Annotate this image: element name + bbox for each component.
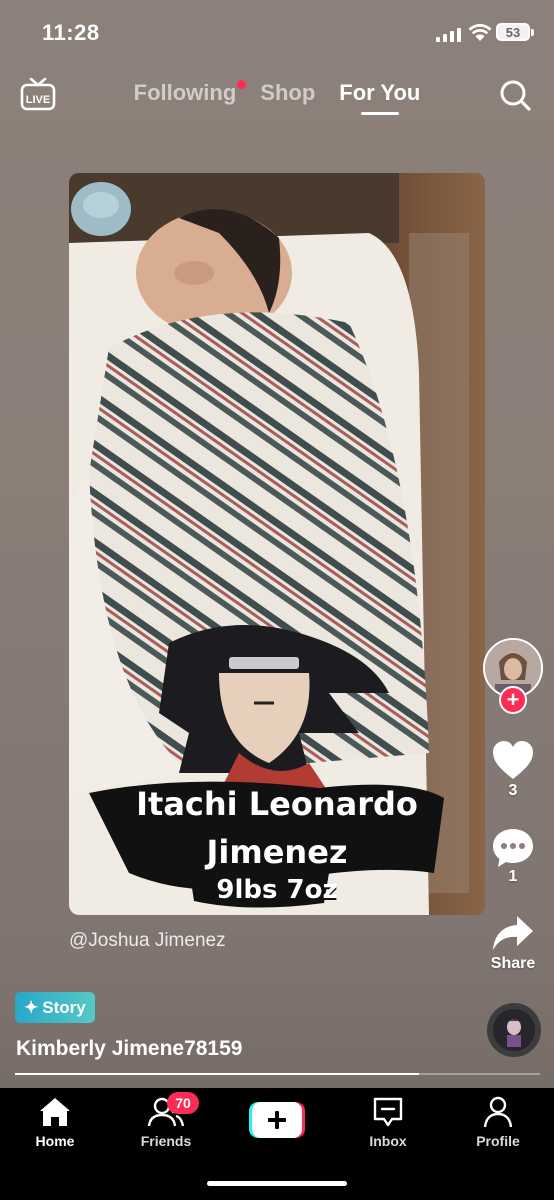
sparkle-icon: ✦ (24, 997, 39, 1017)
nav-inbox[interactable]: Inbox (342, 1096, 434, 1149)
story-badge-label: Story (42, 997, 86, 1017)
tab-shop-label: Shop (260, 80, 316, 105)
tab-following[interactable]: Following (133, 80, 247, 106)
share-icon[interactable] (491, 912, 535, 956)
comment-icon[interactable] (491, 826, 535, 870)
tab-for-you[interactable]: For You (339, 80, 421, 115)
nav-home[interactable]: Home (9, 1096, 101, 1149)
like-count: 3 (508, 782, 518, 799)
inbox-icon (373, 1097, 403, 1127)
nav-friends-label: Friends (140, 1133, 192, 1149)
heart-icon[interactable] (491, 739, 535, 783)
tab-shop[interactable]: Shop (260, 80, 315, 106)
caption-line-1: Itachi Leonardo (136, 785, 418, 823)
home-icon (40, 1098, 70, 1126)
creator-username[interactable]: Kimberly Jimene78159 (16, 1037, 242, 1061)
share-label: Share (490, 955, 536, 972)
follow-plus-button[interactable]: + (499, 686, 527, 714)
story-badge[interactable]: ✦ Story (15, 992, 95, 1023)
notification-dot (237, 80, 247, 89)
status-time: 11:28 (42, 20, 100, 45)
battery-level: 53 (505, 24, 521, 40)
tab-for-you-label: For You (339, 80, 421, 105)
playback-progress-fill (15, 1073, 420, 1075)
home-indicator (207, 1181, 347, 1186)
nav-profile[interactable]: Profile (452, 1096, 544, 1149)
disc-artwork (493, 1009, 535, 1051)
nav-profile-label: Profile (476, 1133, 520, 1149)
comment-count: 1 (508, 868, 518, 885)
nav-inbox-label: Inbox (369, 1133, 407, 1149)
profile-icon (483, 1096, 513, 1128)
music-disc-icon[interactable] (487, 1003, 541, 1057)
friends-notification-badge: 70 (167, 1092, 199, 1114)
cellular-signal-icon (436, 26, 461, 42)
author-handle: @Joshua Jimenez (69, 930, 226, 951)
search-icon[interactable] (498, 78, 532, 112)
nav-home-label: Home (35, 1133, 75, 1149)
battery-tip (531, 29, 534, 36)
battery-icon: 53 (496, 23, 530, 41)
video-player[interactable]: Itachi Leonardo Jimenez 9lbs 7oz (69, 173, 485, 915)
caption-line-2: Jimenez (206, 833, 348, 871)
active-tab-indicator (360, 112, 399, 115)
wifi-icon (468, 23, 492, 41)
create-plus-icon[interactable] (249, 1102, 305, 1138)
feed-tabs: Following Shop For You (0, 80, 554, 115)
caption-line-3: 9lbs 7oz (216, 875, 338, 905)
tab-following-label: Following (133, 80, 237, 105)
